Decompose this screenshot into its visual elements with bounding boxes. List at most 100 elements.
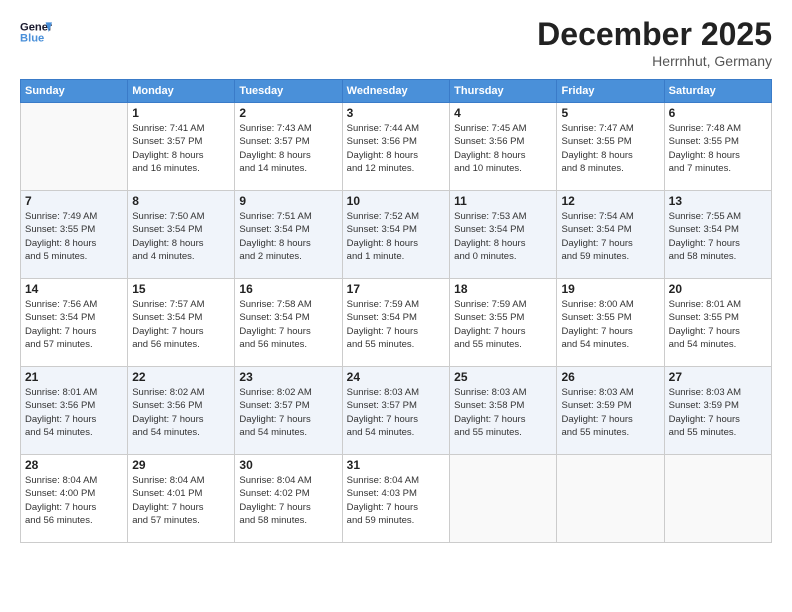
calendar-cell: 29Sunrise: 8:04 AMSunset: 4:01 PMDayligh… xyxy=(128,455,235,543)
day-info: Sunrise: 8:04 AMSunset: 4:02 PMDaylight:… xyxy=(239,474,337,527)
calendar-cell: 18Sunrise: 7:59 AMSunset: 3:55 PMDayligh… xyxy=(450,279,557,367)
calendar-cell: 12 Sunrise: 7:54 AMSunset: 3:54 PMDayligh… xyxy=(557,191,664,279)
day-number: 27 xyxy=(669,370,767,384)
day-info: Sunrise: 8:03 AMSunset: 3:57 PMDaylight:… xyxy=(347,386,445,439)
calendar-week-5: 28 Sunrise: 8:04 AMSunset: 4:00 PMDayligh… xyxy=(21,455,772,543)
calendar-cell: 15 Sunrise: 7:57 AMSunset: 3:54 PMDayligh… xyxy=(128,279,235,367)
day-info: Sunrise: 7:53 AMSunset: 3:54 PMDaylight:… xyxy=(454,210,552,263)
day-number: 10 xyxy=(347,194,445,208)
calendar-cell: 31Sunrise: 8:04 AMSunset: 4:03 PMDayligh… xyxy=(342,455,449,543)
calendar-table: SundayMondayTuesdayWednesdayThursdayFrid… xyxy=(20,79,772,543)
day-number: 26 xyxy=(561,370,659,384)
calendar-cell: 22 Sunrise: 8:02 AMSunset: 3:56 PMDayligh… xyxy=(128,367,235,455)
day-info: Sunrise: 7:54 AMSunset: 3:54 PMDaylight:… xyxy=(561,210,659,263)
day-info: Sunrise: 8:04 AMSunset: 4:03 PMDaylight:… xyxy=(347,474,445,527)
day-number: 9 xyxy=(239,194,337,208)
calendar-cell: 28 Sunrise: 8:04 AMSunset: 4:00 PMDayligh… xyxy=(21,455,128,543)
calendar-cell: 2Sunrise: 7:43 AMSunset: 3:57 PMDaylight… xyxy=(235,103,342,191)
logo-icon: General Blue xyxy=(20,16,52,48)
day-info: Sunrise: 7:57 AMSunset: 3:54 PMDaylight:… xyxy=(132,298,230,351)
calendar-cell: 17 Sunrise: 7:59 AMSunset: 3:54 PMDayligh… xyxy=(342,279,449,367)
day-info: Sunrise: 7:59 AMSunset: 3:54 PMDaylight:… xyxy=(347,298,445,351)
day-number: 19 xyxy=(561,282,659,296)
weekday-header-tuesday: Tuesday xyxy=(235,80,342,103)
day-info: Sunrise: 8:03 AMSunset: 3:59 PMDaylight:… xyxy=(669,386,767,439)
day-info: Sunrise: 7:55 AMSunset: 3:54 PMDaylight:… xyxy=(669,210,767,263)
day-number: 30 xyxy=(239,458,337,472)
calendar-cell: 14Sunrise: 7:56 AMSunset: 3:54 PMDayligh… xyxy=(21,279,128,367)
calendar-cell: 6Sunrise: 7:48 AMSunset: 3:55 PMDaylight… xyxy=(664,103,771,191)
calendar-cell: 19 Sunrise: 8:00 AMSunset: 3:55 PMDayligh… xyxy=(557,279,664,367)
day-info: Sunrise: 7:43 AMSunset: 3:57 PMDaylight:… xyxy=(239,122,337,175)
calendar-cell xyxy=(21,103,128,191)
calendar-cell: 16 Sunrise: 7:58 AMSunset: 3:54 PMDayligh… xyxy=(235,279,342,367)
calendar-cell: 13 Sunrise: 7:55 AMSunset: 3:54 PMDayligh… xyxy=(664,191,771,279)
logo: General Blue xyxy=(20,16,52,48)
day-number: 20 xyxy=(669,282,767,296)
weekday-header-saturday: Saturday xyxy=(664,80,771,103)
day-info: Sunrise: 7:51 AMSunset: 3:54 PMDaylight:… xyxy=(239,210,337,263)
day-number: 28 xyxy=(25,458,123,472)
day-number: 25 xyxy=(454,370,552,384)
calendar-week-2: 7Sunrise: 7:49 AMSunset: 3:55 PMDaylight… xyxy=(21,191,772,279)
day-number: 16 xyxy=(239,282,337,296)
day-number: 22 xyxy=(132,370,230,384)
calendar-cell xyxy=(557,455,664,543)
day-info: Sunrise: 8:02 AMSunset: 3:56 PMDaylight:… xyxy=(132,386,230,439)
day-info: Sunrise: 7:56 AMSunset: 3:54 PMDaylight:… xyxy=(25,298,123,351)
day-info: Sunrise: 8:03 AMSunset: 3:59 PMDaylight:… xyxy=(561,386,659,439)
day-number: 21 xyxy=(25,370,123,384)
calendar-cell: 24 Sunrise: 8:03 AMSunset: 3:57 PMDayligh… xyxy=(342,367,449,455)
weekday-header-thursday: Thursday xyxy=(450,80,557,103)
weekday-header-friday: Friday xyxy=(557,80,664,103)
day-info: Sunrise: 8:01 AMSunset: 3:56 PMDaylight:… xyxy=(25,386,123,439)
calendar-cell: 30 Sunrise: 8:04 AMSunset: 4:02 PMDayligh… xyxy=(235,455,342,543)
day-info: Sunrise: 8:04 AMSunset: 4:00 PMDaylight:… xyxy=(25,474,123,527)
day-number: 3 xyxy=(347,106,445,120)
svg-text:Blue: Blue xyxy=(20,33,44,45)
calendar-cell: 20 Sunrise: 8:01 AMSunset: 3:55 PMDayligh… xyxy=(664,279,771,367)
location-subtitle: Herrnhut, Germany xyxy=(537,53,772,69)
day-number: 29 xyxy=(132,458,230,472)
day-info: Sunrise: 7:52 AMSunset: 3:54 PMDaylight:… xyxy=(347,210,445,263)
day-info: Sunrise: 7:45 AMSunset: 3:56 PMDaylight:… xyxy=(454,122,552,175)
calendar-week-4: 21 Sunrise: 8:01 AMSunset: 3:56 PMDayligh… xyxy=(21,367,772,455)
day-info: Sunrise: 8:01 AMSunset: 3:55 PMDaylight:… xyxy=(669,298,767,351)
month-title: December 2025 xyxy=(537,16,772,53)
weekday-header-monday: Monday xyxy=(128,80,235,103)
calendar-cell: 4Sunrise: 7:45 AMSunset: 3:56 PMDaylight… xyxy=(450,103,557,191)
calendar-cell xyxy=(450,455,557,543)
calendar-week-3: 14Sunrise: 7:56 AMSunset: 3:54 PMDayligh… xyxy=(21,279,772,367)
weekday-header-sunday: Sunday xyxy=(21,80,128,103)
day-number: 13 xyxy=(669,194,767,208)
weekday-header-wednesday: Wednesday xyxy=(342,80,449,103)
day-number: 12 xyxy=(561,194,659,208)
calendar-week-1: 1Sunrise: 7:41 AMSunset: 3:57 PMDaylight… xyxy=(21,103,772,191)
day-number: 17 xyxy=(347,282,445,296)
calendar-cell: 25Sunrise: 8:03 AMSunset: 3:58 PMDayligh… xyxy=(450,367,557,455)
day-number: 5 xyxy=(561,106,659,120)
day-number: 11 xyxy=(454,194,552,208)
calendar-cell: 3Sunrise: 7:44 AMSunset: 3:56 PMDaylight… xyxy=(342,103,449,191)
calendar-cell: 21 Sunrise: 8:01 AMSunset: 3:56 PMDayligh… xyxy=(21,367,128,455)
day-info: Sunrise: 7:58 AMSunset: 3:54 PMDaylight:… xyxy=(239,298,337,351)
day-info: Sunrise: 7:59 AMSunset: 3:55 PMDaylight:… xyxy=(454,298,552,351)
calendar-cell: 1Sunrise: 7:41 AMSunset: 3:57 PMDaylight… xyxy=(128,103,235,191)
day-info: Sunrise: 7:47 AMSunset: 3:55 PMDaylight:… xyxy=(561,122,659,175)
page: General Blue December 2025 Herrnhut, Ger… xyxy=(0,0,792,612)
day-number: 6 xyxy=(669,106,767,120)
day-info: Sunrise: 7:49 AMSunset: 3:55 PMDaylight:… xyxy=(25,210,123,263)
day-number: 23 xyxy=(239,370,337,384)
header: General Blue December 2025 Herrnhut, Ger… xyxy=(20,16,772,69)
calendar-header-row: SundayMondayTuesdayWednesdayThursdayFrid… xyxy=(21,80,772,103)
calendar-cell: 9 Sunrise: 7:51 AMSunset: 3:54 PMDaylight… xyxy=(235,191,342,279)
calendar-cell: 11 Sunrise: 7:53 AMSunset: 3:54 PMDayligh… xyxy=(450,191,557,279)
day-number: 15 xyxy=(132,282,230,296)
calendar-cell: 27 Sunrise: 8:03 AMSunset: 3:59 PMDayligh… xyxy=(664,367,771,455)
day-info: Sunrise: 7:41 AMSunset: 3:57 PMDaylight:… xyxy=(132,122,230,175)
day-info: Sunrise: 8:00 AMSunset: 3:55 PMDaylight:… xyxy=(561,298,659,351)
day-number: 24 xyxy=(347,370,445,384)
day-info: Sunrise: 7:50 AMSunset: 3:54 PMDaylight:… xyxy=(132,210,230,263)
calendar-cell: 8Sunrise: 7:50 AMSunset: 3:54 PMDaylight… xyxy=(128,191,235,279)
day-info: Sunrise: 8:02 AMSunset: 3:57 PMDaylight:… xyxy=(239,386,337,439)
